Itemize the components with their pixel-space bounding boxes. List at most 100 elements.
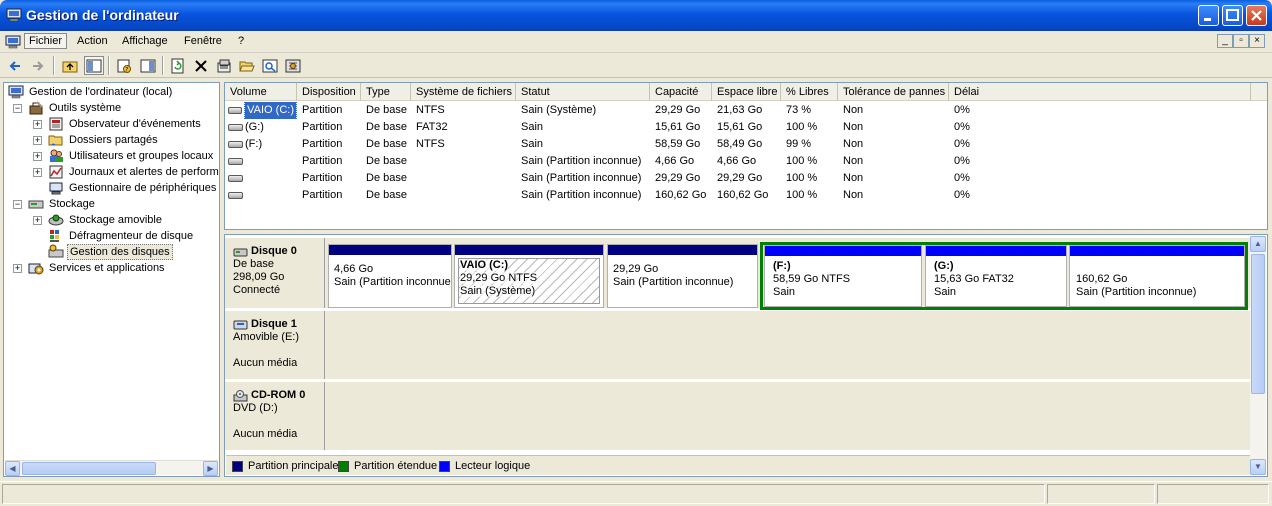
volume-cell: Non — [843, 104, 864, 116]
maximize-button[interactable] — [1222, 5, 1243, 26]
tree-outils-systeme[interactable]: Outils système — [28, 100, 123, 116]
tree-gestionnaire-peripheriques[interactable]: Gestionnaire de périphériques — [48, 180, 218, 196]
menu-fenetre[interactable]: Fenêtre — [184, 35, 222, 47]
expand-observateur[interactable]: + — [33, 120, 42, 129]
mdi-close-button[interactable]: × — [1249, 34, 1265, 48]
show-hide-tree-button[interactable] — [84, 56, 104, 75]
menu-affichage[interactable]: Affichage — [122, 35, 168, 47]
partition-unknown-1[interactable]: 4,66 Go Sain (Partition inconnue) — [328, 244, 452, 308]
close-button[interactable] — [1246, 5, 1267, 26]
expand-services[interactable]: + — [13, 264, 22, 273]
column-header[interactable]: Disposition — [297, 83, 361, 101]
scroll-up-button[interactable]: ▲ — [1250, 236, 1266, 252]
logical-drive-unknown[interactable]: 160,62 Go Sain (Partition inconnue) — [1069, 245, 1245, 307]
volume-row[interactable]: Partition De base Sain (Partition inconnue… — [225, 153, 1267, 170]
forward-button[interactable] — [28, 56, 48, 75]
disk-management-icon — [48, 244, 64, 260]
up-level-button[interactable] — [60, 56, 80, 75]
scroll-down-button[interactable]: ▼ — [1250, 459, 1266, 475]
volume-cell: De base — [366, 121, 407, 133]
mmc-system-menu-icon[interactable] — [5, 34, 21, 50]
tree-horizontal-scrollbar[interactable]: ◀ ▶ — [5, 460, 218, 476]
volume-cell: VAIO (C:) — [225, 102, 297, 119]
search-button[interactable] — [260, 56, 280, 75]
help-button[interactable] — [138, 56, 158, 75]
delete-button[interactable] — [191, 56, 211, 75]
volume-cell: NTFS — [416, 104, 445, 116]
tree-observateur-evenements[interactable]: Observateur d'événements — [48, 116, 203, 132]
column-header[interactable]: Espace libre — [712, 83, 781, 101]
column-header[interactable]: Type — [361, 83, 411, 101]
tree-stockage[interactable]: Stockage — [28, 196, 97, 212]
tree-dossiers-partages[interactable]: Dossiers partagés — [48, 132, 160, 148]
tree-gestion-disques[interactable]: Gestion des disques — [48, 244, 173, 260]
column-header[interactable]: Système de fichiers — [411, 83, 516, 101]
disk-scroll-thumb[interactable] — [1251, 254, 1265, 394]
mdi-restore-button[interactable]: ▫ — [1233, 34, 1249, 48]
column-header[interactable]: Délai — [949, 83, 1251, 101]
tree-services-applications[interactable]: Services et applications — [28, 260, 167, 276]
disk-label-0[interactable]: Disque 0 De base 298,09 Go Connecté — [225, 238, 325, 308]
collapse-outils-systeme[interactable]: − — [13, 104, 22, 113]
svg-text:?: ? — [125, 66, 128, 73]
scroll-right-button[interactable]: ▶ — [203, 461, 218, 476]
device-manager-icon — [48, 180, 64, 196]
tree-journaux-alertes[interactable]: Journaux et alertes de perform — [48, 164, 219, 180]
drive-icon — [228, 192, 243, 199]
tree-stockage-amovible[interactable]: Stockage amovible — [48, 212, 164, 228]
logical-drive-f[interactable]: (F:) 58,59 Go NTFS Sain — [764, 245, 922, 307]
properties-button[interactable]: ? — [114, 56, 134, 75]
volume-row[interactable]: Partition De base Sain (Partition inconnue… — [225, 187, 1267, 204]
expand-journaux[interactable]: + — [33, 168, 42, 177]
logical-drive-g[interactable]: (G:) 15,63 Go FAT32 Sain — [925, 245, 1067, 307]
disk-row-0: Disque 0 De base 298,09 Go Connecté 4,66… — [225, 238, 1251, 310]
volume-row[interactable]: Partition De base Sain (Partition inconnue… — [225, 170, 1267, 187]
disk-view-vertical-scrollbar[interactable]: ▲ ▼ — [1250, 236, 1266, 475]
volume-row[interactable]: (G:) Partition De base FAT32 Sain 15,61 Go 15,… — [225, 119, 1267, 136]
column-header[interactable]: Tolérance de pannes — [838, 83, 949, 101]
volume-cell: 160,62 Go — [655, 189, 707, 201]
volume-cell: Partition — [302, 138, 343, 150]
menu-help[interactable]: ? — [238, 35, 244, 47]
back-button[interactable] — [5, 56, 25, 75]
settings-button[interactable] — [283, 56, 303, 75]
disk-row-1: Disque 1 Amovible (E:) Aucun média — [225, 311, 1251, 380]
scroll-left-button[interactable]: ◀ — [5, 461, 20, 476]
tree-defragmenteur[interactable]: Défragmenteur de disque — [48, 228, 195, 244]
collapse-stockage[interactable]: − — [13, 200, 22, 209]
partition-unknown-2[interactable]: 29,29 Go Sain (Partition inconnue) — [607, 244, 758, 308]
volume-cell: 4,66 Go — [717, 155, 757, 167]
disk-label-2[interactable]: CD-ROM 0 DVD (D:) Aucun média — [225, 382, 325, 450]
volume-row[interactable]: (F:) Partition De base NTFS Sain 58,59 Go 58,4… — [225, 136, 1267, 153]
tree-utilisateurs-groupes[interactable]: Utilisateurs et groupes locaux — [48, 148, 215, 164]
column-header[interactable]: Volume — [225, 83, 297, 101]
refresh-button[interactable] — [168, 56, 188, 75]
volume-cell: FAT32 — [416, 121, 448, 133]
column-header[interactable]: Capacité — [650, 83, 712, 101]
expand-dossiers-partages[interactable]: + — [33, 136, 42, 145]
tree-root[interactable]: Gestion de l'ordinateur (local) — [8, 84, 174, 100]
column-header[interactable]: Statut — [516, 83, 650, 101]
mdi-minimize-button[interactable]: _ — [1217, 34, 1233, 48]
extended-partition[interactable]: (F:) 58,59 Go NTFS Sain (G:) 15,63 Go FAT32… — [760, 242, 1248, 310]
disk-label-1[interactable]: Disque 1 Amovible (E:) Aucun média — [225, 311, 325, 379]
title-bar[interactable]: Gestion de l'ordinateur — [0, 0, 1272, 31]
tree-scroll-thumb[interactable] — [22, 462, 156, 475]
properties-sheet-button[interactable] — [214, 56, 234, 75]
performance-logs-icon — [48, 164, 64, 180]
disk-1-area — [326, 311, 1251, 379]
menu-fichier[interactable]: Fichier — [24, 33, 68, 49]
open-folder-button[interactable] — [237, 56, 257, 75]
expand-utilisateurs[interactable]: + — [33, 152, 42, 161]
volume-cell: 0% — [954, 121, 970, 133]
users-icon — [48, 148, 64, 164]
volume-cell: Partition — [302, 155, 343, 167]
help-icon — [140, 59, 156, 72]
refresh-icon — [171, 58, 184, 73]
volume-row[interactable]: VAIO (C:) Partition De base NTFS Sain (Systè… — [225, 102, 1267, 119]
minimize-button[interactable] — [1198, 5, 1219, 26]
partition-vaio-c[interactable]: VAIO (C:) 29,29 Go NTFS Sain (Système) — [454, 244, 604, 308]
column-header[interactable]: % Libres — [781, 83, 838, 101]
menu-action[interactable]: Action — [77, 35, 108, 47]
expand-stockage-amovible[interactable]: + — [33, 216, 42, 225]
